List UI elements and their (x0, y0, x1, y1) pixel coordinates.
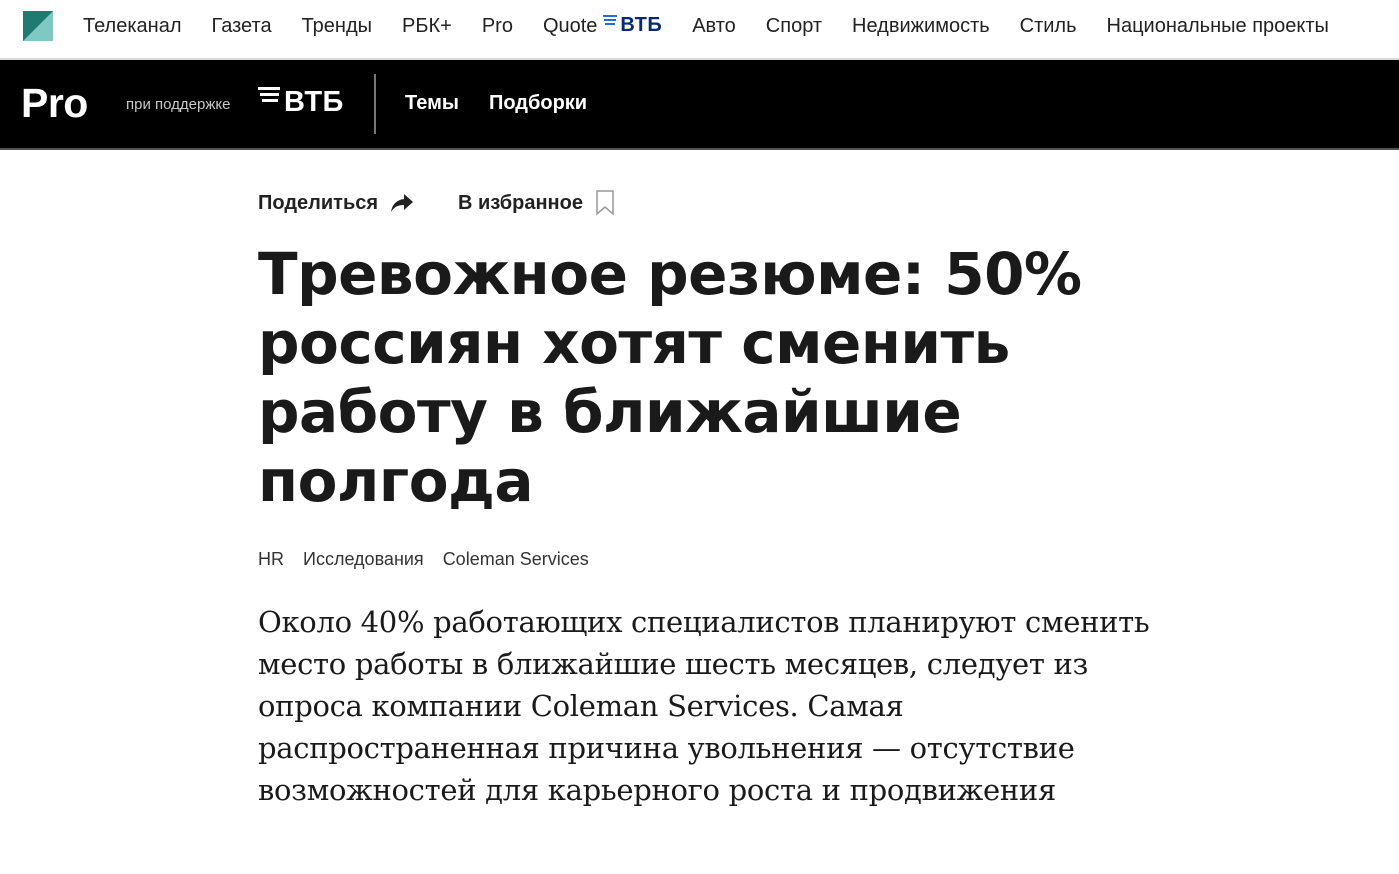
nav-item-pro[interactable]: Pro (482, 15, 513, 38)
tag-issledovaniya[interactable]: Исследования (303, 549, 424, 570)
pro-logo[interactable]: Pro (21, 80, 88, 127)
nav-item-telekanal[interactable]: Телеканал (83, 15, 182, 38)
tag-hr[interactable]: HR (258, 549, 284, 570)
nav-item-trendy[interactable]: Тренды (302, 15, 372, 38)
nav-item-quote[interactable]: Quote ВТБ (543, 14, 662, 38)
tag-coleman-services[interactable]: Coleman Services (443, 549, 589, 570)
nav-item-avto[interactable]: Авто (692, 15, 736, 38)
nav-item-rbk-plus[interactable]: РБК+ (402, 15, 452, 38)
pro-nav-podborki[interactable]: Подборки (489, 92, 587, 115)
pro-nav-temy[interactable]: Темы (405, 92, 459, 115)
nav-item-gazeta[interactable]: Газета (212, 15, 272, 38)
article-tags: HR Исследования Coleman Services (258, 549, 608, 570)
article-actions: Поделиться В избранное (258, 190, 615, 216)
article-lead: Около 40% работающих специалистов планир… (258, 605, 1150, 807)
article-headline: Тревожное резюме: 50% россиян хотят смен… (258, 240, 1082, 515)
pro-nav: Темы Подборки (405, 92, 617, 115)
vtb-sponsor-logo[interactable]: ВТБ (258, 86, 344, 119)
vtb-logo-icon (603, 15, 618, 27)
pro-header: Pro при поддержке ВТБ Темы Подборки (0, 60, 1399, 150)
nav-item-sport[interactable]: Спорт (766, 15, 822, 38)
share-arrow-icon (391, 194, 414, 212)
top-nav: Телеканал Газета Тренды РБК+ Pro Quote В… (0, 0, 1399, 60)
vtb-logo-icon (258, 86, 280, 105)
header-divider (374, 74, 376, 134)
rbc-logo-icon[interactable] (23, 11, 53, 41)
bookmark-icon (596, 190, 614, 216)
nav-item-nedvizhimost[interactable]: Недвижимость (852, 15, 990, 38)
vtb-badge: ВТБ (603, 14, 662, 37)
favorite-button[interactable]: В избранное (458, 190, 615, 216)
share-button[interactable]: Поделиться (258, 192, 414, 215)
support-text: при поддержке (126, 96, 231, 113)
top-nav-items: Телеканал Газета Тренды РБК+ Pro Quote В… (83, 0, 1359, 52)
nav-item-nacproekty[interactable]: Национальные проекты (1107, 15, 1329, 38)
nav-item-stil[interactable]: Стиль (1020, 15, 1077, 38)
